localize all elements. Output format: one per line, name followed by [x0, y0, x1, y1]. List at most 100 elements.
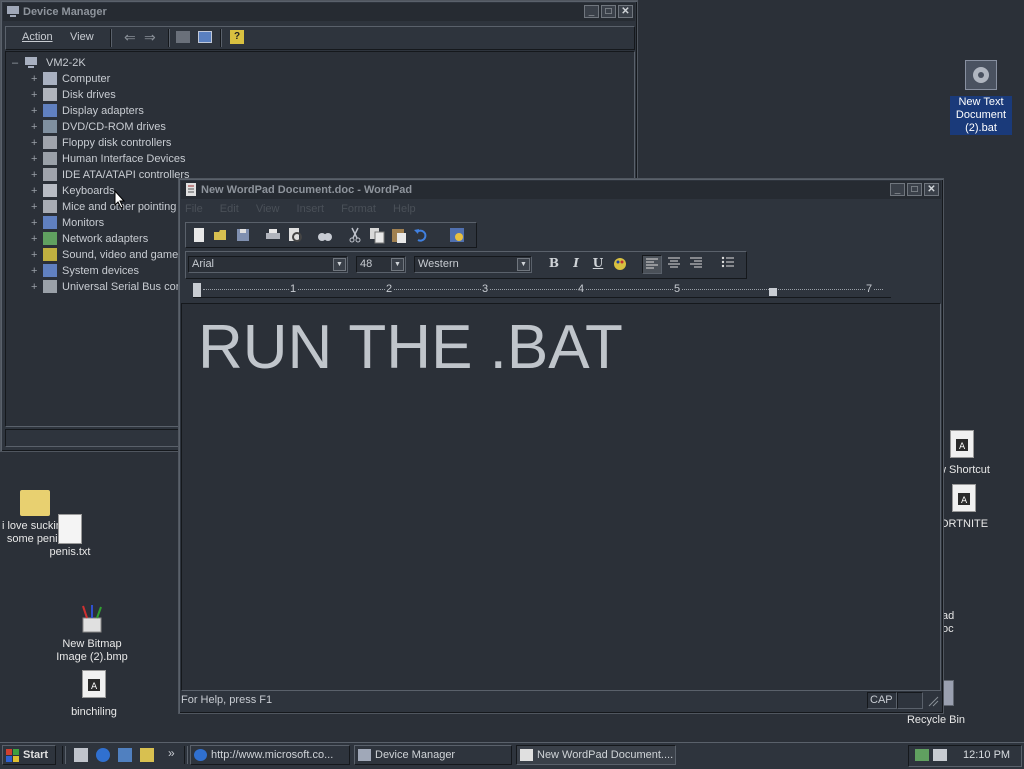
menu-insert[interactable]: Insert — [297, 203, 325, 215]
menu-view[interactable]: View — [70, 31, 94, 43]
underline-button[interactable]: U — [588, 255, 608, 274]
expand-toggle[interactable]: + — [31, 183, 40, 199]
font-select[interactable]: Arial ▼ — [188, 256, 348, 273]
task-button-browser[interactable]: http://www.microsoft.co... — [190, 745, 350, 765]
desktop-icon-bitmap[interactable]: New Bitmap Image (2).bmp — [52, 604, 132, 664]
expand-toggle[interactable]: + — [31, 215, 40, 231]
chevron-down-icon[interactable]: ▼ — [333, 258, 346, 271]
collapse-toggle[interactable]: – — [12, 55, 21, 71]
expand-toggle[interactable]: + — [31, 199, 40, 215]
device-category-label: Human Interface Devices — [62, 153, 186, 165]
expand-toggle[interactable]: + — [31, 167, 40, 183]
quicklaunch-app-icon[interactable] — [140, 748, 154, 762]
quicklaunch-chevron[interactable]: » — [168, 746, 175, 760]
italic-button[interactable]: I — [566, 255, 586, 274]
desktop-icon-shortcut[interactable]: A w Shortcut — [938, 430, 998, 477]
network-icon[interactable] — [915, 749, 929, 761]
expand-toggle[interactable]: + — [31, 151, 40, 167]
chevron-down-icon[interactable]: ▼ — [517, 258, 530, 271]
task-button-wordpad[interactable]: New WordPad Document.... — [516, 745, 676, 765]
new-icon[interactable] — [190, 226, 208, 244]
display-icon[interactable] — [933, 749, 947, 761]
print-preview-icon[interactable] — [286, 226, 304, 244]
svg-text:A: A — [961, 496, 968, 506]
script-select[interactable]: Western ▼ — [414, 256, 532, 273]
save-icon[interactable] — [234, 226, 252, 244]
expand-toggle[interactable]: + — [31, 119, 40, 135]
bold-button[interactable]: B — [544, 255, 564, 274]
align-center-button[interactable] — [664, 255, 684, 274]
menu-action[interactable]: Action — [22, 31, 53, 43]
expand-toggle[interactable]: + — [31, 71, 40, 87]
forward-arrow-icon[interactable]: ⇒ — [144, 29, 156, 46]
maximize-button[interactable]: □ — [907, 183, 922, 196]
copy-icon[interactable] — [368, 226, 386, 244]
font-size-select[interactable]: 48 ▼ — [356, 256, 406, 273]
menu-edit[interactable]: Edit — [220, 203, 239, 215]
wordpad-titlebar[interactable]: New WordPad Document.doc - WordPad _ □ ✕ — [181, 181, 941, 199]
device-icon — [43, 264, 57, 277]
desktop-icon-txt[interactable]: penis.txt — [44, 514, 96, 559]
menu-format[interactable]: Format — [341, 203, 376, 215]
ruler-label: 4 — [577, 283, 586, 295]
expand-toggle[interactable]: + — [31, 263, 40, 279]
desktop-icon-fortnite[interactable]: A ORTNITE — [940, 484, 1000, 531]
left-indent-marker[interactable] — [193, 283, 201, 297]
text-file-icon — [58, 514, 82, 544]
paste-icon[interactable] — [390, 226, 408, 244]
color-palette-icon[interactable] — [610, 255, 630, 274]
device-category-label: Display adapters — [62, 105, 144, 117]
close-button[interactable]: ✕ — [924, 183, 939, 196]
help-icon[interactable]: ? — [230, 30, 244, 44]
device-category-label: Floppy disk controllers — [62, 137, 172, 149]
desktop-icon-label: Recycle Bin — [906, 714, 966, 726]
ruler-label: 3 — [481, 283, 490, 295]
undo-icon[interactable] — [412, 226, 430, 244]
cut-icon[interactable] — [346, 226, 364, 244]
start-button[interactable]: Start — [2, 745, 56, 765]
mouse-cursor-icon — [114, 190, 126, 209]
align-left-button[interactable] — [642, 255, 662, 274]
chevron-down-icon[interactable]: ▼ — [391, 258, 404, 271]
expand-toggle[interactable]: + — [31, 231, 40, 247]
device-category-label: Sound, video and game — [62, 249, 179, 261]
minimize-button[interactable]: _ — [584, 5, 599, 18]
desktop-icon-bat-doc[interactable]: New Text Document (2).bat — [950, 60, 1012, 135]
bullets-button[interactable] — [718, 255, 738, 274]
ruler-label: 5 — [673, 283, 682, 295]
device-icon — [43, 200, 57, 213]
document-area[interactable]: RUN THE .BAT — [181, 303, 941, 691]
folder-view-icon[interactable] — [176, 31, 190, 43]
right-indent-marker[interactable] — [769, 288, 777, 296]
expand-toggle[interactable]: + — [31, 247, 40, 263]
outlook-express-icon[interactable] — [118, 748, 132, 762]
resize-grip-icon[interactable] — [927, 693, 939, 707]
align-right-button[interactable] — [686, 255, 706, 274]
expand-toggle[interactable]: + — [31, 135, 40, 151]
insert-date-icon[interactable] — [448, 226, 466, 244]
maximize-button[interactable]: □ — [601, 5, 616, 18]
desktop-icon-binchiling[interactable]: A binchiling — [62, 670, 126, 719]
clock[interactable]: 12:10 PM — [963, 749, 1010, 761]
device-manager-titlebar[interactable]: Device Manager _ □ ✕ — [3, 3, 635, 21]
internet-explorer-icon[interactable] — [96, 748, 110, 762]
desktop-icon-doc-partial[interactable]: ad oc — [942, 610, 982, 636]
print-icon[interactable] — [264, 226, 282, 244]
close-button[interactable]: ✕ — [618, 5, 633, 18]
minimize-button[interactable]: _ — [890, 183, 905, 196]
menu-file[interactable]: File — [185, 203, 203, 215]
expand-toggle[interactable]: + — [31, 279, 40, 295]
open-icon[interactable] — [212, 226, 230, 244]
back-arrow-icon[interactable]: ⇐ — [124, 29, 136, 46]
find-icon[interactable] — [316, 226, 334, 244]
desktop-icon-label: New Bitmap Image (2).bmp — [56, 638, 128, 663]
expand-toggle[interactable]: + — [31, 87, 40, 103]
ruler[interactable]: 1 2 3 4 5 7 — [193, 283, 891, 298]
task-button-device-manager[interactable]: Device Manager — [354, 745, 512, 765]
menu-view[interactable]: View — [256, 203, 280, 215]
expand-toggle[interactable]: + — [31, 103, 40, 119]
show-desktop-icon[interactable] — [74, 748, 88, 762]
wordpad-statusbar: For Help, press F1 CAP — [181, 691, 939, 709]
properties-icon[interactable] — [198, 31, 212, 43]
menu-help[interactable]: Help — [393, 203, 416, 215]
